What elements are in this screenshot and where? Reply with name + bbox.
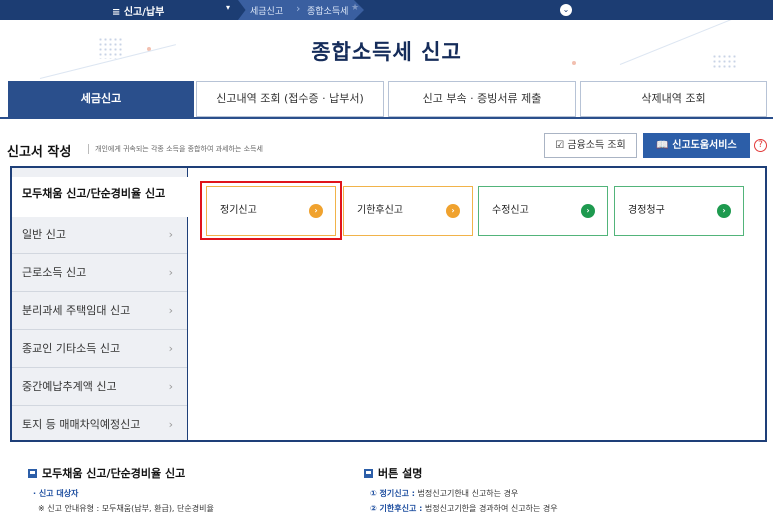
sidebar-item-land-sale[interactable]: 토지 등 매매차익예정신고 › <box>12 406 187 444</box>
square-bullet-icon <box>364 469 373 478</box>
description-heading-text: 모두채움 신고/단순경비율 신고 <box>42 467 186 480</box>
highlight-box <box>200 181 342 240</box>
breadcrumb-item-tax-filing[interactable]: 세금신고 <box>250 4 283 17</box>
sidebar-item-interim-prepayment[interactable]: 중간예납추계액 신고 › <box>12 368 187 406</box>
description-key: ② 기한후신고 : <box>370 504 423 513</box>
amended-filing-button[interactable]: 수정신고 › <box>478 186 608 236</box>
card-label: 경정청구 <box>628 205 665 216</box>
tab-tax-filing[interactable]: 세금신고 <box>8 81 194 118</box>
favorite-star-icon[interactable]: ★ <box>351 3 359 13</box>
sidebar-item-general-filing[interactable]: 일반 신고 › <box>12 216 187 254</box>
main-menu-button[interactable]: ≡ 신고/납부 <box>112 3 164 18</box>
section-title: 신고서 작성 <box>7 145 72 160</box>
arrow-right-icon: › <box>446 204 460 218</box>
chevron-down-icon[interactable]: ▾ <box>226 3 230 12</box>
tab-filing-history[interactable]: 신고내역 조회 (접수증 · 납부서) <box>196 81 384 117</box>
sidebar-item-label: 모두채움 신고/단순경비율 신고 <box>22 187 166 200</box>
sidebar-item-label: 분리과세 주택임대 신고 <box>22 304 131 317</box>
description-late-filing: ② 기한후신고 : 법정신고기한을 경과하여 신고하는 경우 <box>370 503 558 514</box>
sidebar-item-simple-filing[interactable]: 모두채움 신고/단순경비율 신고 <box>12 177 190 217</box>
chevron-right-icon: › <box>168 266 173 279</box>
card-label: 수정신고 <box>492 205 529 216</box>
description-heading-buttons: 버튼 설명 <box>364 465 422 481</box>
page-title: 종합소득세 신고 <box>311 40 462 64</box>
description-heading-text: 버튼 설명 <box>378 467 423 480</box>
chevron-right-icon: › <box>168 418 173 431</box>
description-heading-simple-filing: 모두채움 신고/단순경비율 신고 <box>28 465 185 481</box>
sidebar-item-religious-income[interactable]: 종교인 기타소득 신고 › <box>12 330 187 368</box>
chevron-right-icon: › <box>168 304 173 317</box>
refund-claim-button[interactable]: 경정청구 › <box>614 186 744 236</box>
chevron-right-icon: › <box>168 228 173 241</box>
description-target-heading: · 신고 대상자 <box>33 489 79 498</box>
breadcrumb-separator-icon: › <box>296 2 301 15</box>
breadcrumb-item-income-tax[interactable]: 종합소득세 <box>307 4 348 17</box>
description-key: ① 정기신고 : <box>370 489 415 498</box>
arrow-right-icon: › <box>581 204 595 218</box>
sidebar-item-label: 일반 신고 <box>22 228 66 241</box>
tab-attachment-submission[interactable]: 신고 부속 · 증빙서류 제출 <box>388 81 576 117</box>
sidebar-item-label: 중간예납추계액 신고 <box>22 380 117 393</box>
description-regular-filing: ① 정기신고 : 법정신고기한내 신고하는 경우 <box>370 488 518 499</box>
sidebar-item-label: 근로소득 신고 <box>22 266 87 279</box>
financial-income-lookup-button[interactable]: ☑ 금융소득 조회 <box>544 133 637 158</box>
chevron-right-icon: › <box>168 380 173 393</box>
help-question-icon[interactable]: ? <box>754 139 767 152</box>
sidebar-item-label: 종교인 기타소득 신고 <box>22 342 121 355</box>
card-label: 기한후신고 <box>357 205 403 216</box>
chevron-right-icon: › <box>168 342 173 355</box>
top-nav-bar: ≡ 신고/납부 ▾ 세금신고 › 종합소득세 ★ ⌄ <box>0 0 773 20</box>
tab-underline <box>0 117 773 119</box>
sidebar-item-label: 토지 등 매매차익예정신고 <box>22 418 141 431</box>
dropdown-circle-icon[interactable]: ⌄ <box>560 4 572 16</box>
description-value: 법정신고기한내 신고하는 경우 <box>414 489 519 498</box>
tab-deleted-history[interactable]: 삭제내역 조회 <box>580 81 767 117</box>
filing-help-service-button[interactable]: 📖 신고도움서비스 <box>643 133 750 158</box>
description-value: 법정신고기한을 경과하여 신고하는 경우 <box>422 504 558 513</box>
sidebar-item-earned-income[interactable]: 근로소득 신고 › <box>12 254 187 292</box>
page-banner: 종합소득세 신고 <box>0 20 773 81</box>
section-description: 개인에게 귀속되는 각종 소득을 종합하여 과세하는 소득세 <box>88 144 263 154</box>
late-filing-button[interactable]: 기한후신고 › <box>343 186 473 236</box>
square-bullet-icon <box>28 469 37 478</box>
arrow-right-icon: › <box>717 204 731 218</box>
description-guide-type: ※ 신고 안내유형 : 모두채움(납부, 환급), 단순경비율 <box>38 504 214 513</box>
sidebar-item-housing-rental[interactable]: 분리과세 주택임대 신고 › <box>12 292 187 330</box>
filing-type-sidebar: 모두채움 신고/단순경비율 신고 일반 신고 › 근로소득 신고 › 분리과세 … <box>10 166 190 444</box>
main-tabs: 세금신고 신고내역 조회 (접수증 · 납부서) 신고 부속 · 증빙서류 제출… <box>0 81 773 119</box>
